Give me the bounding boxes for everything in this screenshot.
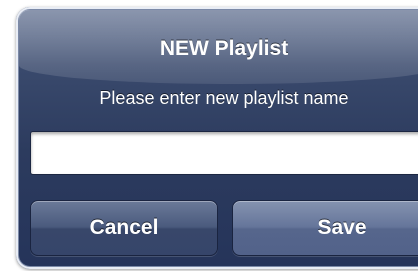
save-button[interactable]: Save xyxy=(232,200,418,256)
dialog-message: Please enter new playlist name xyxy=(99,88,349,108)
screen: NEW Playlist Please enter new playlist n… xyxy=(0,0,418,271)
dialog-title: NEW Playlist xyxy=(159,37,289,60)
new-playlist-dialog: NEW Playlist Please enter new playlist n… xyxy=(16,7,418,269)
playlist-name-input[interactable] xyxy=(30,131,418,175)
cancel-button[interactable]: Cancel xyxy=(30,200,218,256)
